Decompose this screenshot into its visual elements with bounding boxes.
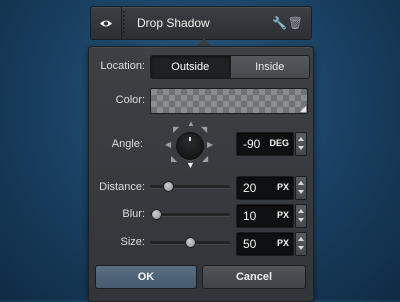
size-value: 50 [243,237,257,251]
size-slider[interactable] [150,237,230,248]
stepper-up-icon[interactable] [298,237,304,241]
stepper-up-icon[interactable] [298,209,304,213]
angle-input[interactable]: -90 DEG [236,132,294,156]
popover-arrow [196,38,212,46]
distance-slider[interactable] [150,181,230,192]
color-label: Color: [115,94,145,106]
wrench-icon[interactable]: 🔧 [272,16,287,30]
trash-icon[interactable]: 🗑 [288,16,303,30]
stepper-down-icon[interactable] [298,246,304,250]
distance-value: 20 [243,181,257,195]
stepper-down-icon[interactable] [298,146,304,150]
angle-unit: DEG [269,138,289,148]
size-unit: PX [276,238,289,248]
size-slider-knob[interactable] [185,237,196,248]
arrow-down-left-icon: ◣ [171,154,178,163]
blur-label: Blur: [122,208,145,220]
layer-title: Drop Shadow [137,16,210,30]
size-label: Size: [120,236,145,248]
blur-stepper[interactable] [295,204,307,228]
arrow-left-icon: ◀ [165,140,172,149]
drag-handle[interactable] [122,10,127,36]
drop-shadow-panel: Location: Outside Inside Color: Angle: ▲… [88,46,314,302]
stepper-down-icon[interactable] [298,190,304,194]
arrow-down-icon: ▼ [186,160,195,170]
arrow-up-right-icon: ◥ [201,125,208,134]
distance-unit: PX [276,182,289,192]
eye-icon [100,20,112,26]
distance-slider-knob[interactable] [163,181,175,192]
arrow-right-icon: ▶ [207,140,214,149]
arrow-down-right-icon: ◢ [202,154,209,163]
visibility-toggle[interactable] [91,7,122,39]
angle-knob[interactable] [176,132,204,160]
distance-stepper[interactable] [295,176,307,200]
angle-label: Angle: [111,138,143,150]
cancel-button[interactable]: Cancel [202,265,306,289]
blur-input[interactable]: 10 PX [236,204,294,228]
arrow-up-icon: ▲ [187,119,195,128]
blur-value: 10 [243,209,257,223]
location-label: Location: [100,60,145,72]
ok-button[interactable]: OK [95,265,197,289]
color-picker-corner-icon [300,106,306,112]
angle-dial[interactable]: ▲ ◤ ◥ ◀ ▶ ◣ ◢ ▼ [165,119,214,170]
arrow-up-left-icon: ◤ [173,125,180,134]
stepper-up-icon[interactable] [298,181,304,185]
angle-value: -90 [243,137,261,151]
size-input[interactable]: 50 PX [236,232,294,256]
blur-unit: PX [276,210,289,220]
distance-input[interactable]: 20 PX [236,176,294,200]
size-stepper[interactable] [295,232,307,256]
layer-effect-bar[interactable]: Drop Shadow 🔧 🗑 [90,6,312,40]
color-swatch[interactable] [150,88,308,114]
distance-label: Distance: [99,181,145,193]
blur-slider[interactable] [150,209,230,220]
angle-stepper[interactable] [295,132,307,156]
location-inside-button[interactable]: Inside [229,56,309,78]
blur-slider-knob[interactable] [151,209,163,220]
location-outside-button[interactable]: Outside [151,56,230,78]
stepper-down-icon[interactable] [298,218,304,222]
location-segmented-control[interactable]: Outside Inside [150,55,310,79]
stepper-up-icon[interactable] [298,137,304,141]
